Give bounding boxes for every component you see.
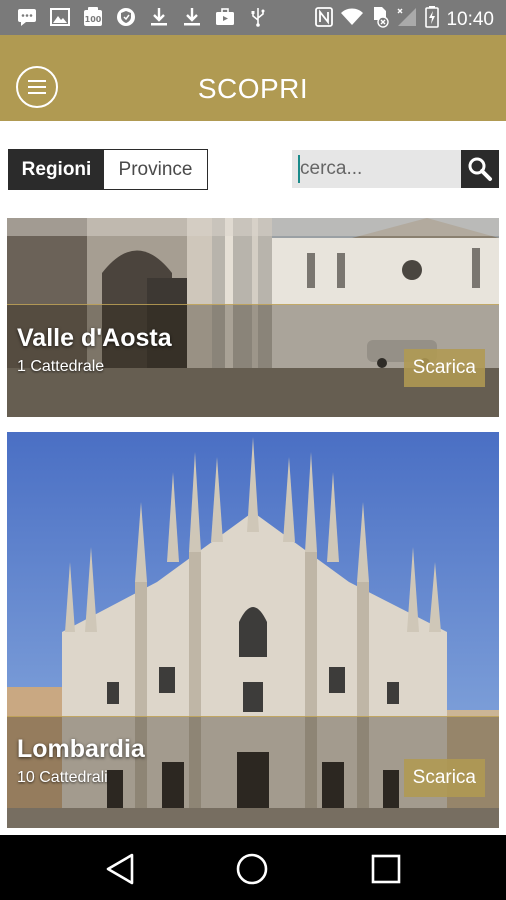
region-name: Lombardia xyxy=(17,735,145,763)
recents-button[interactable] xyxy=(366,849,406,889)
sim-off-icon xyxy=(371,6,390,33)
search-input[interactable] xyxy=(292,150,461,188)
system-status-icons: 10:40 xyxy=(315,6,494,33)
back-button[interactable] xyxy=(100,849,140,889)
region-card-valle-daosta[interactable]: Valle d'Aosta 1 Cattedrale Scarica xyxy=(7,218,499,417)
status-bar: 100 10:40 xyxy=(0,0,506,35)
badge-100-icon: 100 xyxy=(82,6,104,28)
tab-regioni[interactable]: Regioni xyxy=(9,150,104,189)
cathedral-count: 10 Cattedrali xyxy=(17,769,108,786)
cathedral-count: 1 Cattedrale xyxy=(17,358,105,375)
page-title: SCOPRI xyxy=(197,73,309,104)
signal-icon xyxy=(396,7,418,32)
search-button[interactable] xyxy=(461,150,499,188)
download-button[interactable]: Scarica xyxy=(403,759,485,797)
region-card-lombardia[interactable]: Lombardia 10 Cattedrali Scarica xyxy=(7,432,499,828)
image-icon xyxy=(49,6,71,28)
badge-text: 100 xyxy=(85,15,102,24)
text-cursor xyxy=(298,155,300,183)
notification-icons: 100 xyxy=(16,6,269,28)
system-nav-bar xyxy=(0,835,506,900)
shield-icon xyxy=(115,6,137,28)
download-icon xyxy=(181,6,203,28)
recents-square-icon xyxy=(371,854,401,884)
tab-province[interactable]: Province xyxy=(104,150,207,189)
wifi-icon xyxy=(340,8,364,31)
region-province-toggle: Regioni Province xyxy=(8,149,208,190)
home-circle-icon xyxy=(236,853,268,885)
search-icon xyxy=(468,157,492,181)
nfc-icon xyxy=(315,7,334,32)
clock-time: 10:40 xyxy=(446,8,494,30)
battery-charging-icon xyxy=(425,6,440,33)
download-button[interactable]: Scarica xyxy=(403,349,485,387)
download-icon xyxy=(148,6,170,28)
region-name: Valle d'Aosta xyxy=(17,324,172,352)
chat-bubble-icon xyxy=(16,6,38,28)
home-button[interactable] xyxy=(232,849,272,889)
app-bar: SCOPRI xyxy=(0,35,506,121)
briefcase-play-icon xyxy=(214,6,236,28)
back-triangle-icon xyxy=(106,853,134,885)
usb-icon xyxy=(247,6,269,28)
